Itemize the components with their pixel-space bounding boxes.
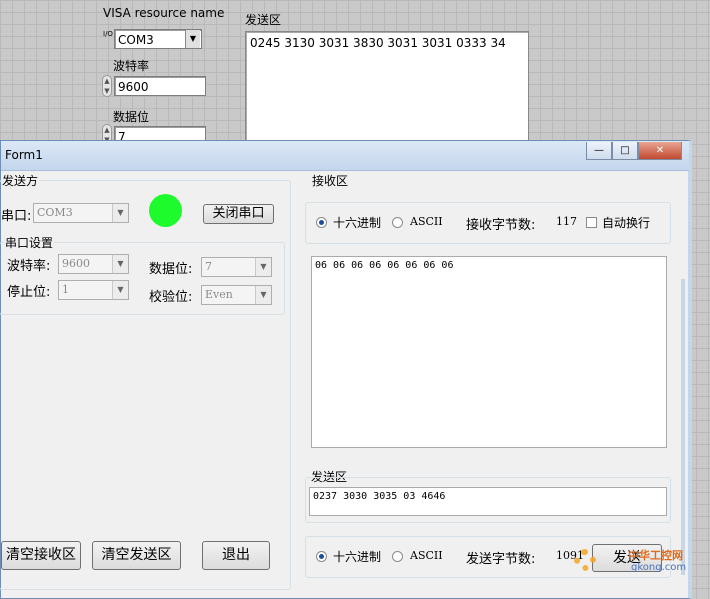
send-hex-radio[interactable] [316, 551, 327, 562]
stop-bits-combo[interactable]: 1 ▼ [58, 280, 129, 300]
form1-window: Form1 — □ ✕ 发送方 串口: COM3 ▼ 关闭串口 串口设置 波特率… [0, 140, 692, 599]
parity-label: 校验位: [149, 290, 193, 305]
parity-value: Even [205, 288, 233, 301]
title-bar: Form1 — □ ✕ [1, 141, 689, 171]
receive-textarea[interactable]: 06 06 06 06 06 06 06 06 [311, 256, 667, 448]
send-hex-label[interactable]: 十六进制 [333, 548, 381, 565]
exit-button[interactable]: 退出 [202, 541, 270, 570]
receive-ascii-label[interactable]: ASCII [410, 215, 443, 228]
lv-send-label: 发送区 [245, 13, 282, 27]
chevron-down-icon: ▼ [112, 255, 128, 273]
port-combo[interactable]: COM3 ▼ [33, 203, 129, 223]
receive-group-label: 接收区 [312, 174, 349, 188]
port-value: COM3 [37, 206, 73, 219]
sender-group-label: 发送方 [1, 172, 40, 189]
port-status-indicator [149, 194, 182, 227]
clear-send-button[interactable]: 清空发送区 [92, 541, 181, 570]
lv-databits-label: 数据位 [113, 110, 150, 124]
visa-resource-value: COM3 [118, 33, 154, 47]
data-bits-combo[interactable]: 7 ▼ [201, 257, 272, 277]
port-settings-label: 串口设置 [4, 234, 55, 251]
stop-bits-value: 1 [62, 283, 69, 296]
chevron-down-icon: ▼ [112, 281, 128, 299]
minimize-button[interactable]: — [586, 142, 612, 160]
lv-baud-label: 波特率 [113, 59, 150, 73]
window-title: Form1 [5, 148, 43, 162]
chevron-down-icon: ▼ [255, 258, 271, 276]
receive-count-label: 接收字节数: [466, 218, 536, 233]
send-textarea[interactable]: 0237 3030 3035 03 4646 [309, 487, 667, 516]
window-scrollbar[interactable] [681, 279, 685, 575]
chevron-down-icon[interactable]: ▼ [185, 30, 200, 48]
data-bits-value: 7 [205, 260, 212, 273]
stop-bits-label: 停止位: [7, 285, 51, 300]
receive-count-value: 117 [556, 215, 577, 228]
baud-label: 波特率: [7, 259, 51, 274]
watermark-text: 中华工控网 [628, 549, 683, 562]
close-window-button[interactable]: ✕ [638, 142, 682, 160]
data-bits-label: 数据位: [149, 262, 193, 277]
auto-wrap-checkbox[interactable] [586, 217, 597, 228]
receive-hex-label[interactable]: 十六进制 [333, 214, 381, 231]
lv-baud-input[interactable]: 9600 [114, 76, 206, 96]
maximize-button[interactable]: □ [612, 142, 638, 160]
close-port-button[interactable]: 关闭串口 [203, 204, 274, 224]
send-count-label: 发送字节数: [466, 552, 536, 567]
watermark-url: gkong.com [631, 562, 687, 573]
parity-combo[interactable]: Even ▼ [201, 285, 272, 305]
visa-resource-select[interactable]: COM3 ▼ [114, 29, 202, 49]
visa-resource-label: VISA resource name [103, 6, 225, 20]
chevron-down-icon: ▼ [112, 204, 128, 222]
clear-receive-button[interactable]: 清空接收区 [1, 541, 81, 570]
lv-baud-stepper-icon[interactable]: ▲ ▼ [102, 75, 112, 97]
auto-wrap-label[interactable]: 自动换行 [602, 214, 650, 231]
port-label: 串口: [1, 209, 32, 224]
gear-logo-icon [574, 549, 596, 571]
chevron-down-icon: ▼ [255, 286, 271, 304]
receive-hex-radio[interactable] [316, 217, 327, 228]
send-ascii-label[interactable]: ASCII [410, 549, 443, 562]
receive-ascii-radio[interactable] [392, 217, 403, 228]
baud-combo[interactable]: 9600 ▼ [58, 254, 129, 274]
send-ascii-radio[interactable] [392, 551, 403, 562]
baud-value: 9600 [62, 257, 90, 270]
